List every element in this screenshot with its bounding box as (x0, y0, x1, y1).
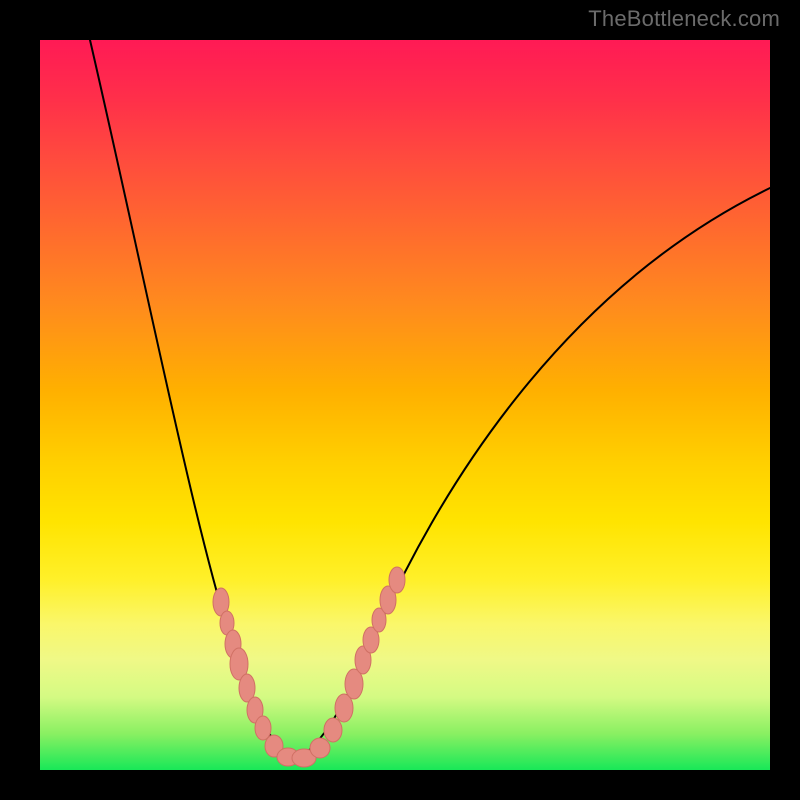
chart-svg (40, 40, 770, 770)
plot-area (40, 40, 770, 770)
data-marker (255, 716, 271, 740)
data-marker (310, 738, 330, 758)
curve-left (90, 40, 294, 760)
data-markers (213, 567, 405, 767)
data-marker (324, 718, 342, 742)
chart-frame: TheBottleneck.com (0, 0, 800, 800)
curve-right (294, 188, 770, 760)
watermark-text: TheBottleneck.com (588, 6, 780, 32)
data-marker (389, 567, 405, 593)
